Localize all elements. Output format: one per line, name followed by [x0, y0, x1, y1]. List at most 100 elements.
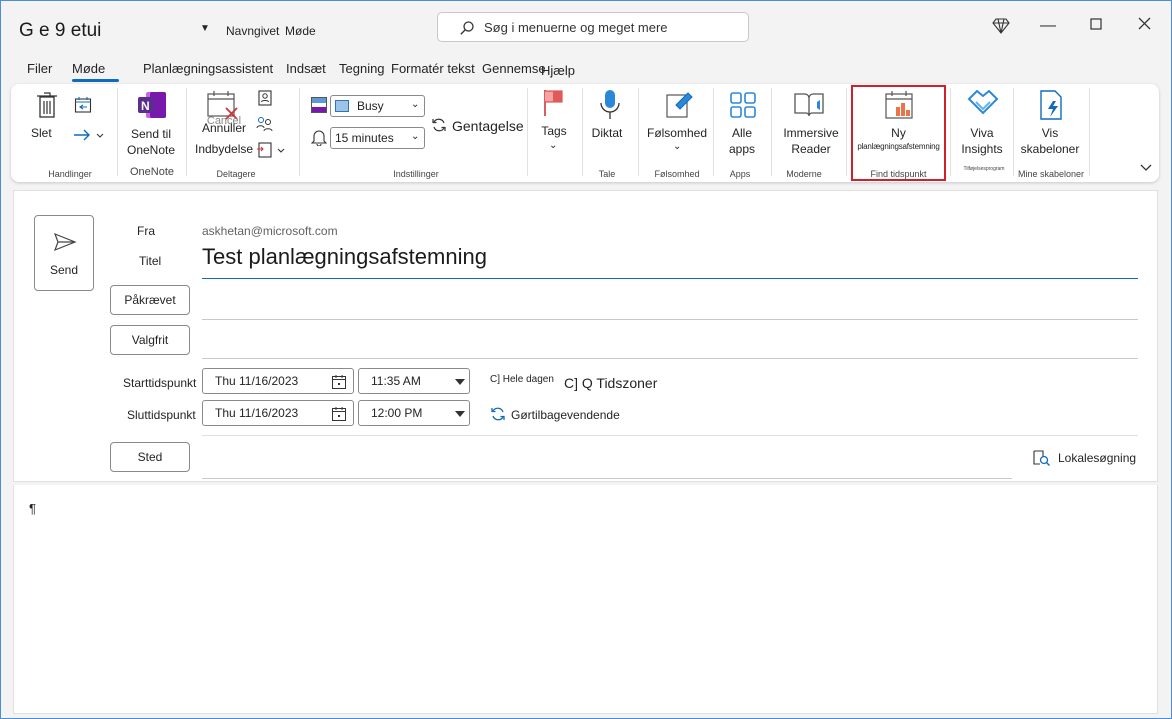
minimize-button[interactable]: — [1033, 17, 1063, 35]
attendees-icon[interactable] [256, 116, 274, 137]
view-templates-button[interactable]: Vis skabeloner [1017, 125, 1083, 157]
calendar-icon [332, 375, 346, 389]
qat-dropdown-icon[interactable]: ▼ [200, 23, 210, 34]
maximize-button[interactable] [1081, 17, 1111, 35]
start-date-picker[interactable]: Thu 11/16/2023 [202, 368, 354, 394]
ribbon-separator [1013, 88, 1014, 176]
window-title: G e 9 etui [19, 20, 102, 41]
sensitivity-icon[interactable] [664, 89, 694, 124]
chevron-down-icon: ⌄ [411, 131, 420, 142]
microphone-icon[interactable] [599, 89, 621, 126]
from-label: Fra [137, 224, 155, 238]
qat-meeting[interactable]: Møde [285, 24, 316, 38]
calendar-forward-icon[interactable] [74, 96, 92, 119]
delete-trash-icon[interactable] [36, 91, 58, 124]
recurrence-icon[interactable] [431, 117, 447, 138]
send-icon [53, 232, 77, 252]
group-voice-label: Tale [598, 169, 616, 179]
required-attendees-button[interactable]: Påkrævet [110, 285, 190, 315]
close-button[interactable] [1129, 17, 1159, 35]
scheduling-poll-icon[interactable] [884, 90, 916, 125]
tab-meeting[interactable]: Møde [72, 61, 105, 76]
start-time-value: 11:35 AM [371, 374, 421, 388]
tab-review[interactable]: Gennemse [482, 61, 546, 76]
tab-draw[interactable]: Tegning [339, 61, 385, 76]
all-day-checkbox[interactable]: C] Hele dagen [490, 374, 554, 385]
new-poll-line2: planlægningsafstemning [857, 142, 940, 151]
reminder-value: 15 minutes [335, 131, 394, 145]
apps-grid-icon[interactable] [729, 91, 757, 124]
optional-input-line[interactable] [202, 358, 1138, 359]
location-input-line[interactable] [202, 478, 1012, 479]
chevron-down-icon[interactable]: ⌄ [673, 141, 681, 152]
recurrence-button[interactable]: Gentagelse [452, 118, 524, 134]
search-icon [460, 21, 474, 35]
group-options-label: Indstillinger [393, 169, 439, 179]
time-divider [202, 435, 1138, 436]
viva-insights-icon[interactable] [967, 89, 999, 125]
make-recurring-button[interactable]: Gørtilbagevendende [511, 408, 620, 422]
all-apps-button[interactable]: Alle apps [720, 125, 764, 157]
new-scheduling-poll-button[interactable]: Ny planlægningsafstemning [853, 125, 944, 153]
location-button[interactable]: Sted [110, 442, 190, 472]
viva-line1: Viva [970, 126, 994, 140]
end-date-picker[interactable]: Thu 11/16/2023 [202, 400, 354, 426]
cancel-invitation-line2[interactable]: Indbydelse [195, 141, 253, 157]
viva-insights-button[interactable]: Viva Insights [955, 125, 1009, 157]
reminder-select[interactable]: 15 minutes ⌄ [330, 127, 425, 149]
delete-button[interactable]: Slet [31, 125, 52, 141]
time-zones-button[interactable]: C] Q Tidszoner [564, 375, 657, 391]
chevron-down-icon [455, 379, 465, 385]
forward-arrow-icon[interactable] [73, 128, 107, 147]
required-input-line[interactable] [202, 319, 1138, 320]
start-time-select[interactable]: 11:35 AM [358, 368, 470, 394]
immersive-reader-icon[interactable] [793, 90, 827, 125]
send-button[interactable]: Send [34, 215, 94, 291]
make-recurring-icon[interactable] [490, 406, 506, 427]
response-options-icon[interactable] [256, 141, 288, 164]
ribbon-separator [771, 88, 772, 176]
title-input[interactable]: Test planlægningsafstemning [202, 244, 487, 270]
group-apps-label: Apps [729, 169, 751, 179]
optional-attendees-button[interactable]: Valgfrit [110, 325, 190, 355]
room-finder-button[interactable]: Lokalesøgning [1058, 451, 1136, 465]
tab-format-text[interactable]: Formatér tekst [391, 61, 475, 76]
bell-icon [310, 128, 328, 151]
cancel-invitation-line1[interactable]: Annuller [196, 120, 252, 136]
message-body[interactable] [13, 485, 1158, 714]
title-underline [202, 278, 1138, 279]
immersive-reader-line2: Reader [791, 142, 831, 156]
immersive-reader-button[interactable]: Immersive Reader [780, 125, 842, 157]
group-templates-label: Mine skabeloner [1017, 169, 1085, 179]
group-actions-label: Handlinger [48, 169, 92, 179]
onenote-icon[interactable]: N [136, 90, 168, 125]
tab-file[interactable]: Filer [27, 61, 52, 76]
dictate-button[interactable]: Diktat [589, 125, 625, 141]
search-box[interactable]: Søg i menuerne og meget mere [437, 12, 749, 42]
ribbon-expand-icon[interactable] [1140, 160, 1152, 178]
tab-insert[interactable]: Indsæt [286, 61, 326, 76]
ribbon-separator [527, 88, 528, 176]
tab-scheduling-assistant[interactable]: Planlægningsassistent [143, 61, 273, 76]
end-time-select[interactable]: 12:00 PM [358, 400, 470, 426]
address-book-icon[interactable] [258, 90, 272, 111]
group-immersive-label: Moderne [786, 169, 822, 179]
qat-named[interactable]: Navngivet [226, 24, 279, 38]
show-as-select[interactable]: Busy ⌄ [330, 95, 425, 117]
pilcrow-mark: ¶ [29, 501, 36, 516]
ribbon-separator [299, 88, 300, 176]
ribbon-separator [950, 88, 951, 176]
tags-button[interactable]: Tags [537, 123, 571, 139]
new-poll-line1: Ny [891, 126, 906, 140]
tab-help[interactable]: Hjælp [541, 63, 575, 78]
sensitivity-button[interactable]: Følsomhed [645, 125, 709, 141]
templates-icon[interactable] [1039, 89, 1065, 126]
diamond-icon[interactable] [986, 18, 1016, 39]
send-to-onenote-button[interactable]: Send til OneNote [120, 126, 182, 158]
ribbon-separator [638, 88, 639, 176]
chevron-down-icon[interactable]: ⌄ [549, 140, 557, 151]
group-find-time-label: Find tidspunkt [870, 169, 927, 179]
flag-icon[interactable] [542, 88, 566, 123]
room-finder-icon[interactable] [1032, 449, 1050, 472]
start-time-label: Starttidspunkt [123, 376, 197, 390]
